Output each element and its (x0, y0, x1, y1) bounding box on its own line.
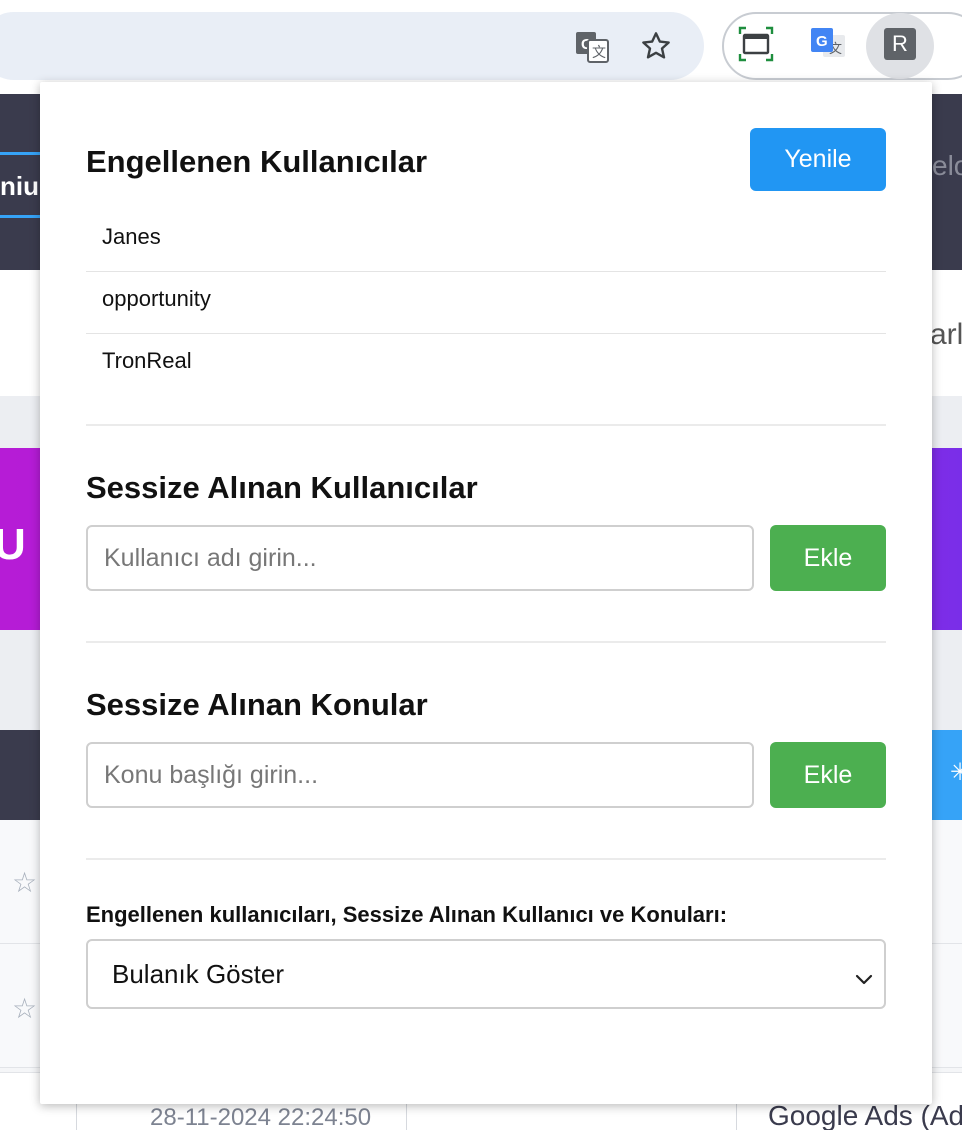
site-action-icon[interactable]: ✳ (932, 730, 962, 820)
blocked-user-item[interactable]: TronReal (86, 334, 886, 396)
section-divider (86, 641, 886, 643)
column-divider (736, 1104, 737, 1130)
google-translate-icon[interactable]: 文 G (806, 22, 850, 66)
display-mode-select[interactable]: Bulanık Göster (86, 939, 886, 1009)
extension-popup: Engellenen Kullanıcılar Yenile Janes opp… (40, 82, 932, 1104)
muted-topic-input[interactable] (86, 742, 754, 808)
column-divider (76, 1104, 77, 1130)
section-divider (86, 858, 886, 860)
muted-topics-title: Sessize Alınan Konular (86, 687, 428, 722)
blocked-user-item[interactable]: opportunity (86, 272, 886, 334)
blocked-user-item[interactable]: Janes (86, 210, 886, 272)
muted-username-input[interactable] (86, 525, 754, 591)
display-mode-value: Bulanık Göster (112, 958, 284, 989)
star-icon[interactable]: ☆ (12, 992, 37, 1025)
extensions-puzzle-icon[interactable] (950, 22, 962, 66)
r-extension-icon[interactable]: R (878, 22, 922, 66)
site-banner-text: U (0, 520, 26, 569)
column-divider (406, 1104, 407, 1130)
refresh-button[interactable]: Yenile (750, 128, 886, 191)
blocked-users-title: Engellenen Kullanıcılar (86, 144, 428, 179)
svg-text:文: 文 (592, 45, 606, 61)
site-content-text: arl (930, 318, 962, 351)
site-nav-right-text[interactable]: elo (932, 150, 962, 182)
muted-users-title: Sessize Alınan Kullanıcılar (86, 470, 478, 505)
star-icon[interactable]: ☆ (12, 866, 37, 899)
add-muted-user-button[interactable]: Ekle (770, 525, 886, 591)
row-date: 28-11-2024 22:24:50 (150, 1104, 372, 1130)
add-muted-topic-button[interactable]: Ekle (770, 742, 886, 808)
r-extension-badge: R (884, 28, 916, 60)
svg-text:G: G (816, 33, 828, 50)
translate-icon[interactable]: G 文 (572, 26, 612, 66)
chevron-down-icon (854, 965, 874, 996)
row-title[interactable]: Google Ads (Ad (768, 1100, 962, 1130)
browser-toolbar: G 文 文 G R (0, 0, 962, 94)
section-divider (86, 424, 886, 426)
bookmark-star-icon[interactable] (636, 26, 676, 66)
display-mode-label: Engellenen kullanıcıları, Sessize Alınan… (86, 902, 728, 927)
screenshot-icon[interactable] (734, 22, 778, 66)
